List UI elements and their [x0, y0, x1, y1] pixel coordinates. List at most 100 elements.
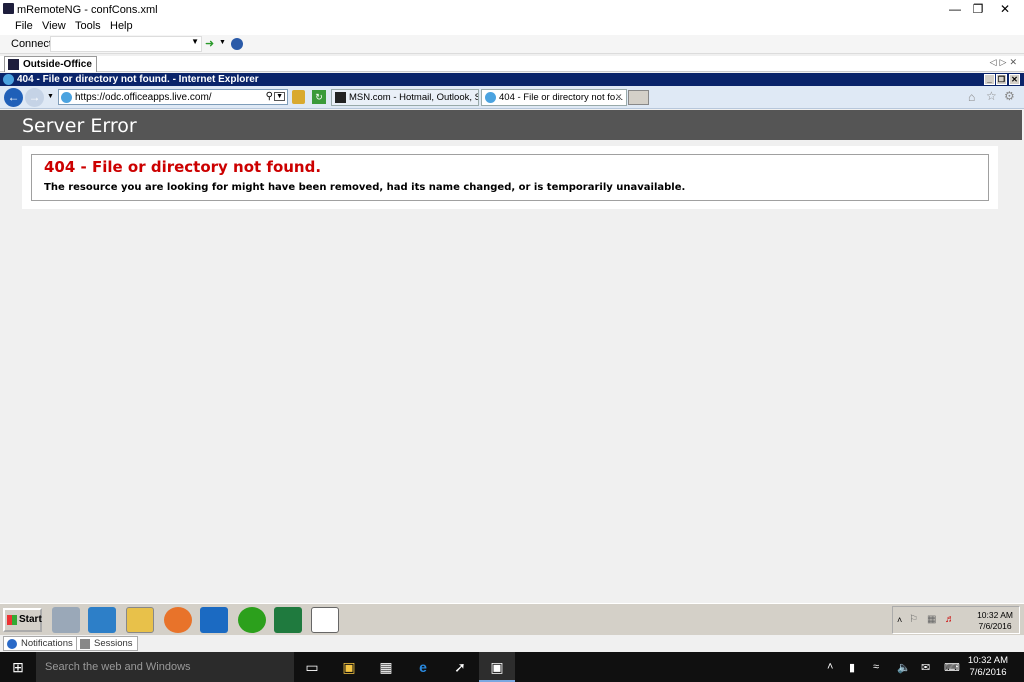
mremoteng-app-icon: [3, 3, 14, 14]
excel-icon[interactable]: [274, 607, 302, 633]
chevron-down-icon[interactable]: ▼: [191, 37, 199, 46]
remote-system-tray: ˄ ⚐ ▦ ♬ 10:32 AM 7/6/2016: [892, 606, 1020, 634]
windows-start-button[interactable]: ⊞: [0, 652, 36, 682]
menu-bar: File View Tools Help: [0, 19, 1024, 35]
chevron-down-icon[interactable]: ▼: [219, 39, 226, 46]
clock-date: 7/6/2016: [969, 667, 1007, 678]
app-icon[interactable]: ➚: [442, 652, 478, 682]
ie-tab-label: MSN.com - Hotmail, Outlook, Sk...: [349, 92, 478, 103]
menu-file[interactable]: File: [15, 20, 33, 32]
mremoteng-tab-icon: [8, 59, 19, 70]
address-bar[interactable]: https://odc.officeapps.live.com/ ⚲ ▼: [58, 89, 288, 105]
document-tab-strip: Outside-Office ◁▷✕: [0, 56, 1024, 72]
remote-start-button[interactable]: Start: [3, 608, 42, 632]
globe-icon[interactable]: [231, 38, 243, 50]
error-title: 404 - File or directory not found.: [44, 158, 322, 176]
firefox-icon[interactable]: [164, 607, 192, 633]
tab-label: Notifications: [21, 638, 73, 649]
msn-icon: [335, 92, 346, 103]
server-manager-icon[interactable]: [52, 607, 80, 633]
info-icon: [7, 639, 17, 649]
app-title-bar: mRemoteNG - confCons.xml — ❐ ✕: [0, 0, 1024, 19]
ie-window-title: 404 - File or directory not found. - Int…: [17, 74, 259, 85]
ie-tab-404[interactable]: 404 - File or directory not fo...: [481, 89, 627, 106]
panel-tab-strip: Notifications Sessions: [0, 635, 1024, 652]
clock-time: 10:32 AM: [967, 655, 1009, 666]
search-box[interactable]: Search the web and Windows: [36, 652, 294, 682]
windows-taskbar: ⊞ Search the web and Windows ▭ ▣ ▦ e ➚ ▣…: [0, 652, 1024, 682]
remote-clock[interactable]: 10:32 AM 7/6/2016: [977, 610, 1013, 632]
ie-tab-label: 404 - File or directory not fo...: [499, 92, 624, 103]
system-clock[interactable]: 10:32 AM 7/6/2016: [960, 655, 1016, 679]
app-window-title: mRemoteNG - confCons.xml: [17, 4, 158, 16]
ie-minimize-button[interactable]: _: [984, 74, 995, 85]
refresh-icon[interactable]: ↻: [312, 90, 326, 104]
error-message: The resource you are looking for might h…: [44, 182, 686, 193]
start-label: Start: [19, 614, 42, 625]
ie-restore-button[interactable]: ❐: [996, 74, 1007, 85]
ie-icon: [3, 74, 14, 85]
back-icon[interactable]: ←: [4, 88, 23, 107]
ie-title-bar: 404 - File or directory not found. - Int…: [0, 73, 1024, 86]
store-icon[interactable]: ▦: [368, 652, 404, 682]
close-button[interactable]: ✕: [982, 0, 1024, 19]
ie-page-icon: [61, 92, 72, 103]
powershell-icon[interactable]: [88, 607, 116, 633]
connect-label: Connect:: [11, 38, 56, 50]
tab-outside-office[interactable]: Outside-Office: [4, 56, 97, 72]
edge-icon[interactable]: e: [405, 652, 441, 682]
menu-tools[interactable]: Tools: [75, 20, 101, 32]
chevron-up-icon[interactable]: ˄: [897, 615, 902, 625]
page-title: Server Error: [22, 115, 137, 137]
home-icon[interactable]: ⌂: [968, 90, 975, 104]
file-explorer-icon[interactable]: [126, 607, 154, 633]
address-url: https://odc.officeapps.live.com/: [75, 92, 212, 103]
sessions-icon: [80, 639, 90, 649]
server-error-header: Server Error: [0, 110, 1022, 140]
chevron-down-icon[interactable]: ▼: [47, 93, 54, 100]
error-content-panel: 404 - File or directory not found. The r…: [22, 146, 998, 209]
remote-clock-time: 10:32 AM: [977, 610, 1013, 620]
flag-icon[interactable]: ⚐: [909, 614, 918, 625]
windows-flag-icon: [7, 615, 17, 625]
tab-label: Outside-Office: [23, 59, 92, 70]
tab-navigation-icons[interactable]: ◁▷✕: [990, 57, 1020, 68]
outlook-icon[interactable]: [200, 607, 228, 633]
keyboard-icon[interactable]: ⌨: [944, 661, 960, 674]
ie-page-icon: [485, 92, 496, 103]
forward-icon[interactable]: →: [25, 88, 44, 107]
volume-muted-icon[interactable]: 🔈: [897, 661, 911, 674]
error-box: 404 - File or directory not found. The r…: [31, 154, 989, 201]
tab-sessions[interactable]: Sessions: [76, 636, 138, 651]
file-explorer-icon[interactable]: ▣: [331, 652, 367, 682]
wifi-icon[interactable]: ≈: [873, 661, 879, 673]
favorites-star-icon[interactable]: ☆: [986, 89, 997, 103]
quick-connect-toolbar: Connect: ▼ ➜ ▼: [0, 35, 1024, 54]
chevron-down-icon[interactable]: ▼: [274, 92, 285, 101]
connect-go-icon[interactable]: ➜: [205, 37, 214, 50]
network-icon[interactable]: ▦: [927, 614, 936, 625]
ie-tab-msn[interactable]: MSN.com - Hotmail, Outlook, Sk...: [331, 89, 479, 106]
lock-icon[interactable]: [292, 90, 305, 104]
search-icon[interactable]: ⚲: [266, 91, 273, 102]
connect-input[interactable]: ▼: [50, 36, 202, 52]
action-center-icon[interactable]: ✉: [921, 661, 930, 674]
chevron-up-icon[interactable]: ˄: [827, 661, 833, 673]
mremoteng-taskbar-icon[interactable]: ▣: [479, 652, 515, 682]
gear-icon[interactable]: ⚙: [1004, 89, 1015, 103]
tab-notifications[interactable]: Notifications: [3, 636, 78, 651]
remote-clock-date: 7/6/2016: [978, 621, 1012, 631]
menu-view[interactable]: View: [42, 20, 66, 32]
ie-close-button[interactable]: ✕: [1009, 74, 1020, 85]
tab-label: Sessions: [94, 638, 133, 649]
task-view-icon[interactable]: ▭: [294, 652, 330, 682]
ie-navigation-bar: ← → ▼ https://odc.officeapps.live.com/ ⚲…: [0, 86, 1024, 109]
internet-explorer-icon[interactable]: [311, 607, 339, 633]
remote-taskbar: Start ˄ ⚐ ▦ ♬ 10:32 AM 7/6/2016: [0, 603, 1024, 635]
battery-icon[interactable]: ▮: [849, 661, 855, 674]
quickbooks-icon[interactable]: [238, 607, 266, 633]
new-tab-button[interactable]: [628, 90, 649, 105]
close-tab-icon[interactable]: ✕: [615, 92, 623, 103]
menu-help[interactable]: Help: [110, 20, 133, 32]
volume-muted-icon[interactable]: ♬: [945, 614, 955, 625]
